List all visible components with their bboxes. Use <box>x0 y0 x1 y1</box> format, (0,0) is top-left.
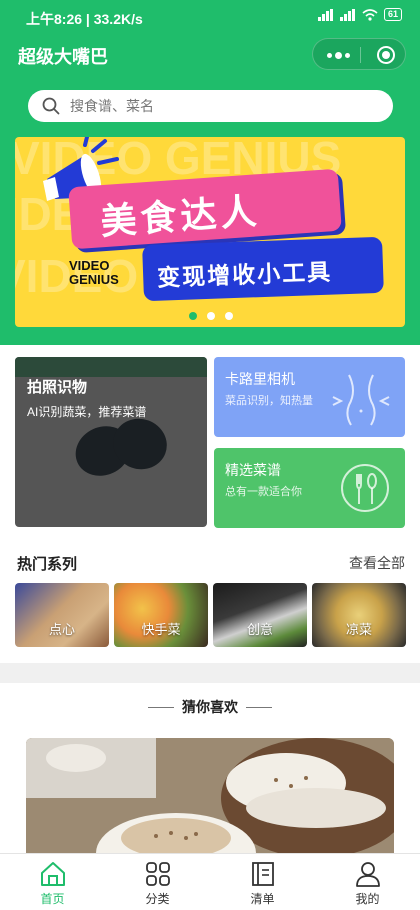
banner-subline: 变现增收小工具 <box>156 258 333 291</box>
banner-brand-line1: VIDEO <box>69 258 110 273</box>
card-title: 拍照识物 <box>27 379 88 396</box>
banner-pagination[interactable] <box>189 312 233 320</box>
tab-label: 分类 <box>145 892 170 906</box>
tab-category[interactable]: 分类 <box>105 854 210 910</box>
search-bar[interactable] <box>28 90 393 122</box>
card-photo-strip <box>15 357 207 377</box>
wifi-icon <box>362 8 378 21</box>
bottom-tab-bar: 首页 分类 清单 我的 <box>0 853 420 910</box>
banner-brand: VIDEO GENIUS <box>69 259 119 287</box>
section-heading: 猜你喜欢 <box>182 699 238 715</box>
recommend-section: 猜你喜欢 <box>0 683 420 853</box>
hot-series-section: 热门系列 查看全部 点心 快手菜 创意 凉菜 <box>0 545 420 663</box>
dessert-photo <box>26 738 394 853</box>
series-tile[interactable]: 创意 <box>213 583 307 647</box>
series-tile-label: 创意 <box>246 622 273 637</box>
status-separator: | <box>85 11 94 27</box>
pagination-dot[interactable] <box>225 312 233 320</box>
tab-home[interactable]: 首页 <box>0 854 105 910</box>
grid-icon <box>146 862 170 886</box>
search-input[interactable] <box>70 96 370 116</box>
title-line-right <box>246 707 272 708</box>
series-tile[interactable]: 快手菜 <box>114 583 208 647</box>
card-subtitle: 菜品识别，知热量 <box>225 395 313 407</box>
more-icon[interactable] <box>327 52 350 59</box>
tab-label: 清单 <box>250 892 275 906</box>
signal-icon-2 <box>339 8 356 21</box>
recommend-card-image[interactable] <box>26 738 394 853</box>
tab-label: 首页 <box>40 892 65 906</box>
promo-banner[interactable]: VIDEO GENIUS VIDEO GENIUS VIDEO GENIUS 美… <box>15 137 405 327</box>
calorie-camera-card[interactable]: 卡路里相机 菜品识别，知热量 <box>214 357 405 437</box>
status-indicators: 61 <box>317 8 402 21</box>
capsule-divider <box>360 47 361 63</box>
fork-spoon-icon <box>341 464 389 512</box>
feature-cards: 拍照识物 AI识别蔬菜，推荐菜谱 卡路里相机 菜品识别，知热量 精选菜谱 总有一… <box>0 345 420 545</box>
status-time: 上午8:26 <box>26 11 83 27</box>
section-heading: 热门系列 <box>17 556 78 573</box>
close-target-icon[interactable] <box>377 46 395 64</box>
tab-list[interactable]: 清单 <box>210 854 315 910</box>
tab-profile[interactable]: 我的 <box>315 854 420 910</box>
status-bar: 上午8:26 | 33.2K/s 61 <box>0 0 420 36</box>
series-tile-label: 凉菜 <box>345 622 372 637</box>
status-time-speed: 上午8:26 | 33.2K/s <box>26 9 143 29</box>
list-icon <box>252 862 274 886</box>
miniprogram-capsule[interactable] <box>312 38 406 70</box>
series-tile[interactable]: 点心 <box>15 583 109 647</box>
battery-icon: 61 <box>383 8 402 21</box>
banner-subline-box: 变现增收小工具 <box>142 236 384 302</box>
home-icon <box>41 862 65 886</box>
pagination-dot[interactable] <box>207 312 215 320</box>
tab-label: 我的 <box>355 892 380 906</box>
card-title: 精选菜谱 <box>225 462 281 478</box>
series-tile-label: 点心 <box>48 622 75 637</box>
page-title: 超级大嘴巴 <box>18 47 108 67</box>
card-title: 卡路里相机 <box>225 371 295 387</box>
banner-brand-line2: GENIUS <box>69 272 119 287</box>
series-tile[interactable]: 凉菜 <box>312 583 406 647</box>
card-subtitle: 总有一款适合你 <box>225 486 302 498</box>
section-divider <box>0 663 420 683</box>
featured-recipes-card[interactable]: 精选菜谱 总有一款适合你 <box>214 448 405 528</box>
search-icon <box>42 97 60 115</box>
user-icon <box>356 862 380 887</box>
status-speed: 33.2K/s <box>93 11 143 27</box>
card-subtitle: AI识别蔬菜，推荐菜谱 <box>27 405 147 419</box>
waist-icon <box>332 374 390 426</box>
signal-icon <box>317 8 334 21</box>
photo-recognize-card[interactable]: 拍照识物 AI识别蔬菜，推荐菜谱 <box>15 357 207 527</box>
view-all-link[interactable]: 查看全部 <box>349 553 405 573</box>
pagination-dot-active[interactable] <box>189 312 197 320</box>
banner-headline: 美食达人 <box>99 190 262 243</box>
series-tile-label: 快手菜 <box>141 622 181 637</box>
